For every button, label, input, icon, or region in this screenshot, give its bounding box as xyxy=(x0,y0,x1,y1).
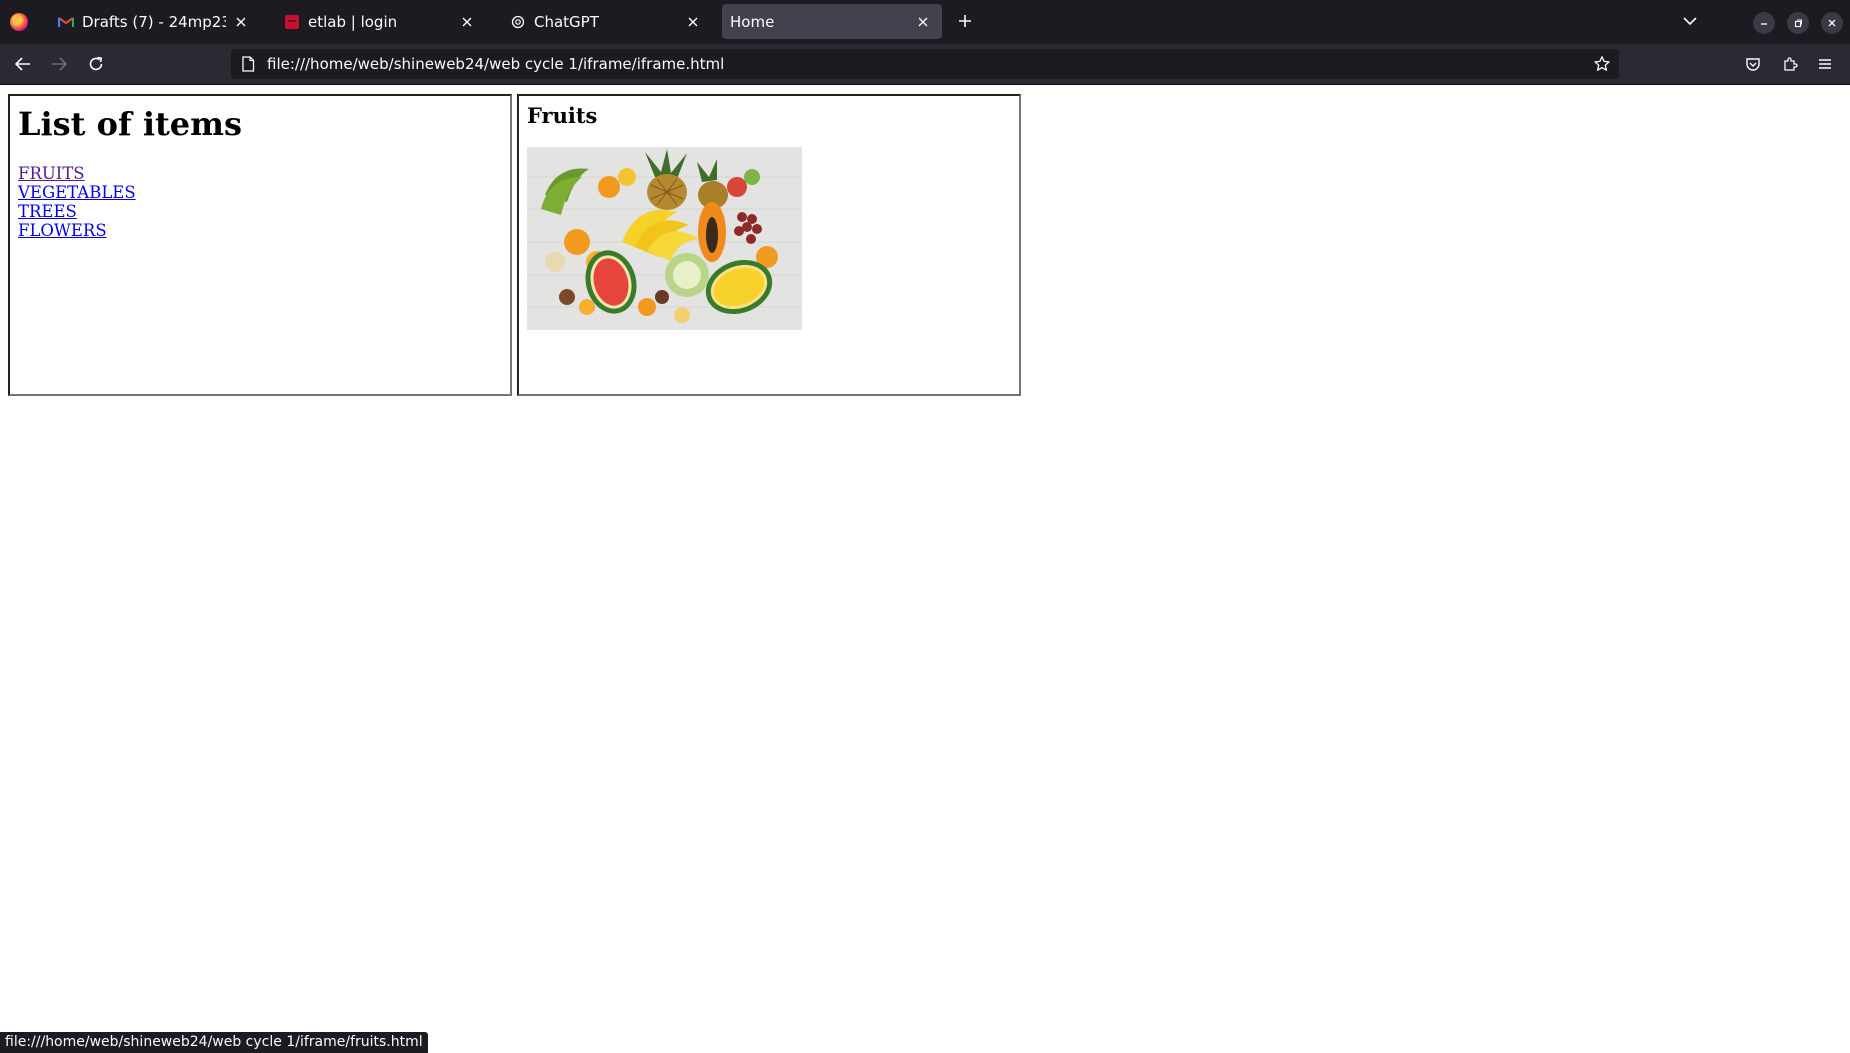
tab-chatgpt[interactable]: ChatGPT xyxy=(496,4,712,39)
close-tab-icon[interactable] xyxy=(232,13,250,31)
close-window-icon[interactable] xyxy=(1821,12,1843,34)
pocket-icon[interactable] xyxy=(1743,54,1763,74)
tab-gmail-drafts[interactable]: Drafts (7) - 24mp2316@r xyxy=(44,4,260,39)
fruits-link[interactable]: FRUITS xyxy=(18,164,85,183)
address-bar[interactable] xyxy=(231,49,1619,79)
chatgpt-icon xyxy=(510,14,526,30)
iframe-item-list[interactable]: List of items FRUITS VEGETABLES TREES FL… xyxy=(8,94,512,396)
close-tab-icon[interactable] xyxy=(914,13,932,31)
flowers-link[interactable]: FLOWERS xyxy=(18,221,107,240)
tab-title: Drafts (7) - 24mp2316@r xyxy=(82,12,226,31)
tab-title: ChatGPT xyxy=(534,12,599,31)
new-tab-plus-icon[interactable] xyxy=(955,11,975,31)
bookmark-star-icon[interactable] xyxy=(1593,55,1611,73)
tab-strip: Drafts (7) - 24mp2316@r etlab | login Ch… xyxy=(0,0,1850,44)
tab-home[interactable]: Home xyxy=(722,4,942,39)
back-arrow-icon[interactable] xyxy=(13,54,33,74)
tab-etlab-login[interactable]: etlab | login xyxy=(270,4,486,39)
hamburger-menu-icon[interactable] xyxy=(1815,54,1835,74)
list-heading: List of items xyxy=(18,105,243,143)
etlab-icon xyxy=(284,14,300,30)
page-viewport: List of items FRUITS VEGETABLES TREES FL… xyxy=(0,85,1850,1053)
restore-icon[interactable] xyxy=(1787,12,1809,34)
close-tab-icon[interactable] xyxy=(684,13,702,31)
forward-arrow-icon[interactable] xyxy=(49,54,69,74)
list-all-tabs-chevron-icon[interactable] xyxy=(1680,11,1700,31)
tab-title: etlab | login xyxy=(308,12,398,31)
vegetables-link[interactable]: VEGETABLES xyxy=(18,183,136,202)
firefox-logo-icon[interactable] xyxy=(10,13,28,31)
gmail-icon xyxy=(58,14,74,30)
tab-title: Home xyxy=(730,12,775,31)
content-heading: Fruits xyxy=(527,103,598,128)
iframe-content[interactable]: Fruits xyxy=(517,94,1021,396)
close-tab-icon[interactable] xyxy=(458,13,476,31)
minimize-icon[interactable] xyxy=(1753,12,1775,34)
navigation-toolbar xyxy=(0,44,1850,85)
url-input[interactable] xyxy=(263,49,1571,79)
trees-link[interactable]: TREES xyxy=(18,202,77,221)
reload-icon[interactable] xyxy=(86,54,106,74)
extensions-puzzle-icon[interactable] xyxy=(1780,54,1800,74)
item-links: FRUITS VEGETABLES TREES FLOWERS xyxy=(18,164,510,240)
fruits-photo xyxy=(527,147,802,330)
page-icon xyxy=(241,56,257,72)
status-url-tooltip: file:///home/web/shineweb24/web cycle 1/… xyxy=(0,1032,428,1053)
